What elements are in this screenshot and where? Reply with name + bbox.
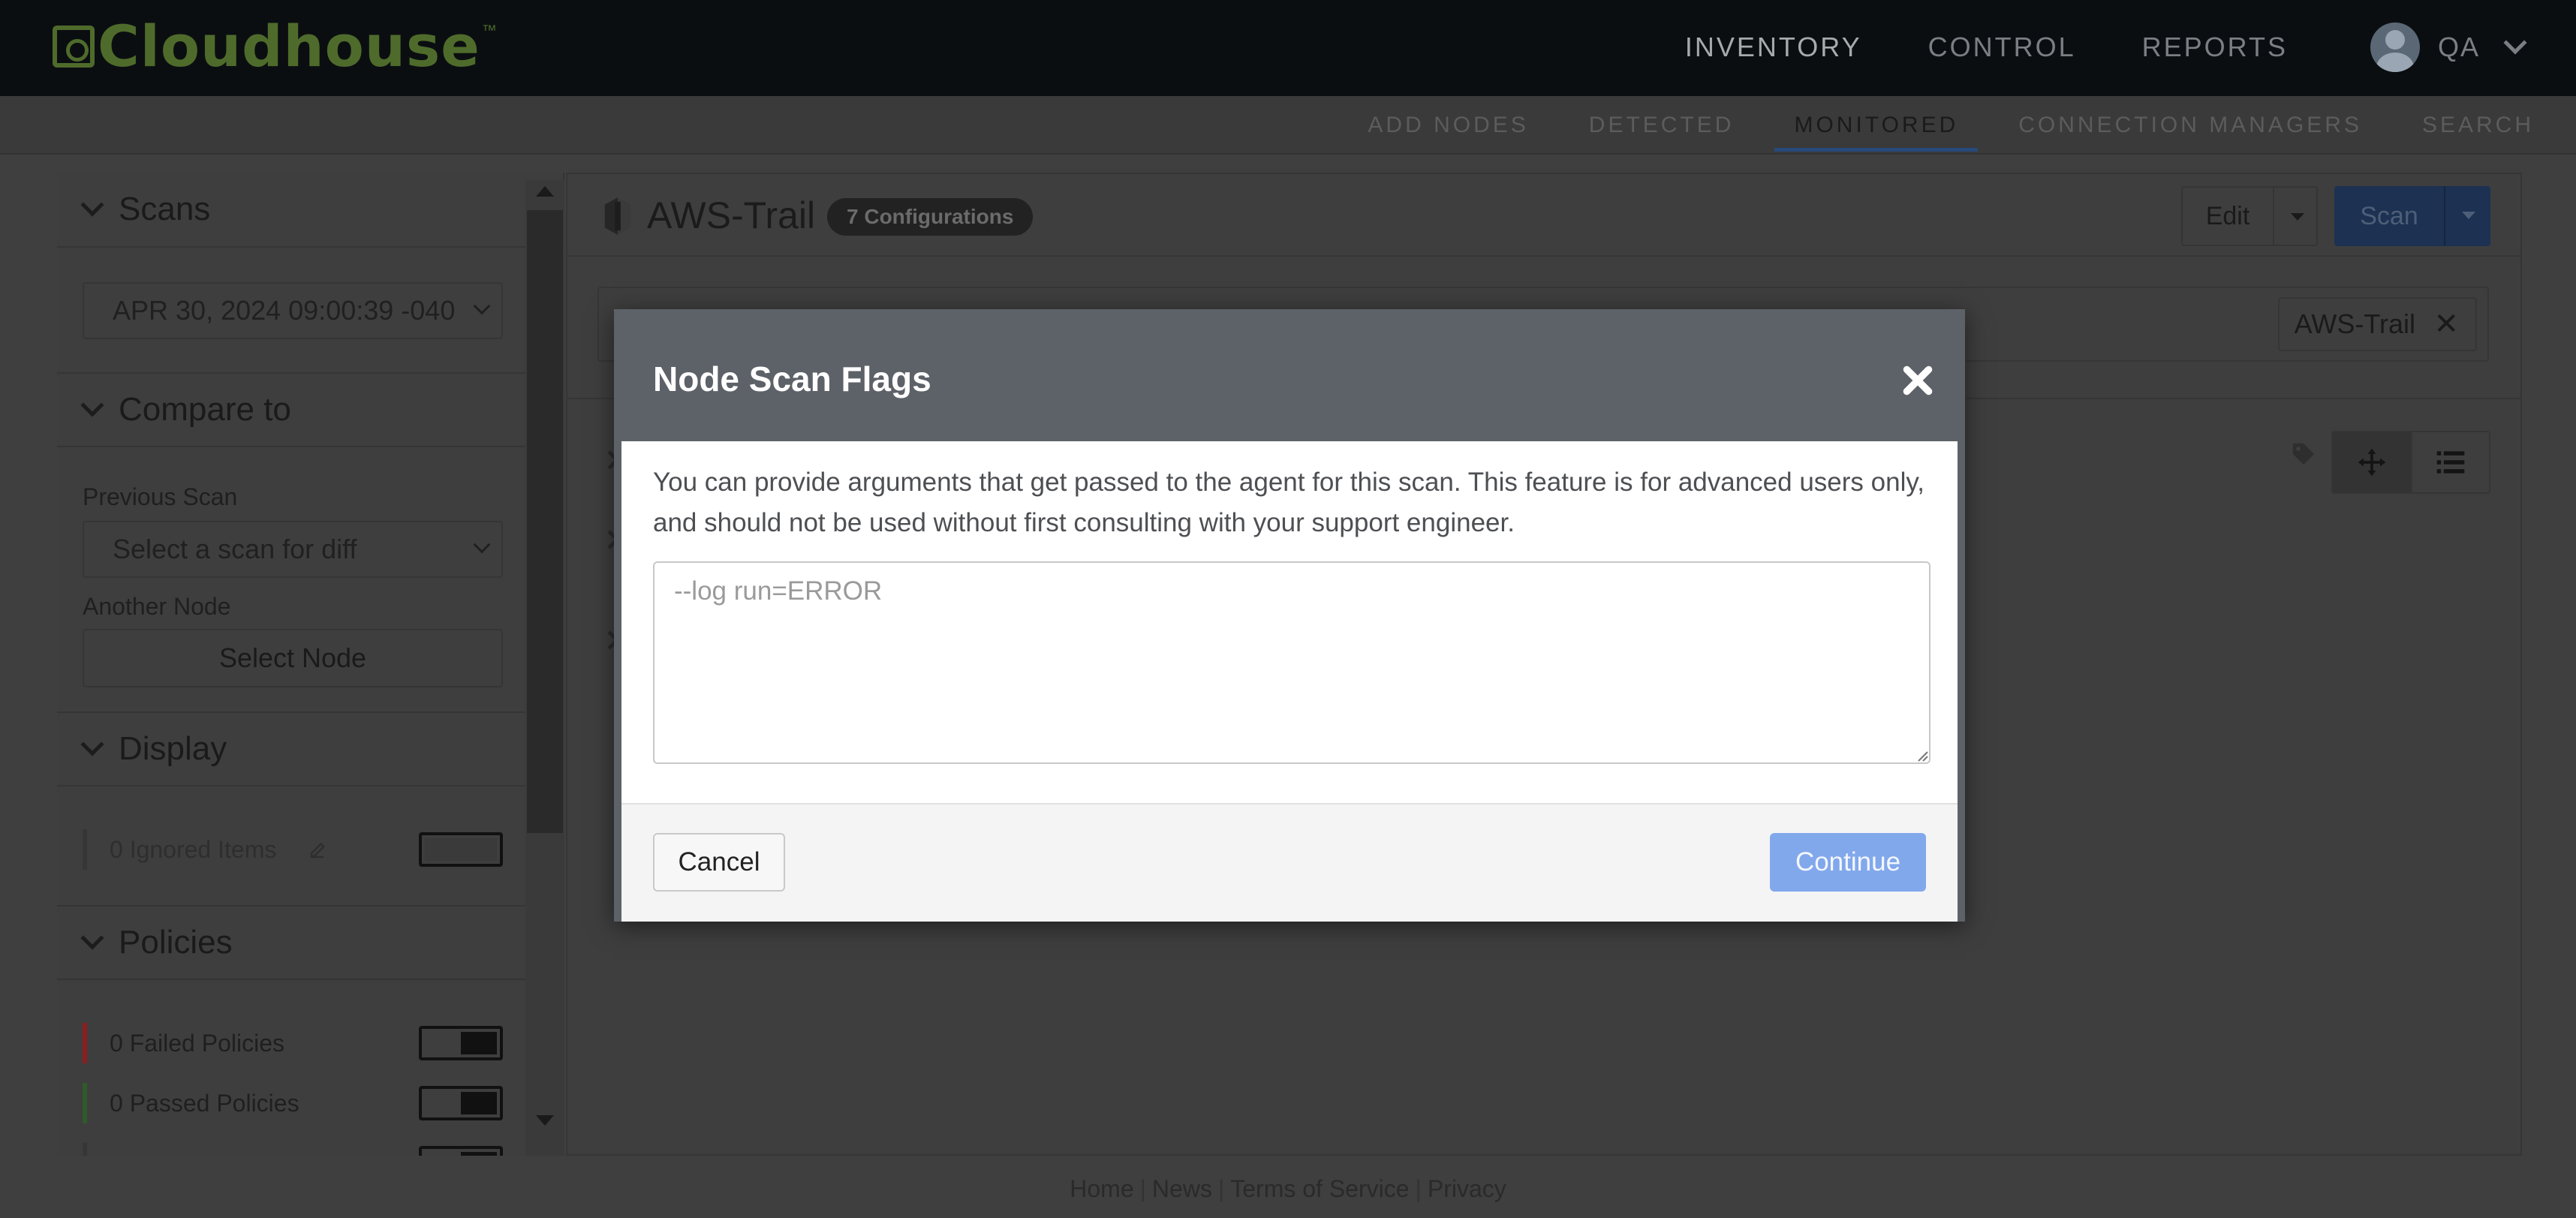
chevron-down-icon: [80, 193, 104, 217]
failed-policies-toggle[interactable]: [419, 1026, 503, 1060]
tab-connection-managers[interactable]: CONNECTION MANAGERS: [1999, 96, 2382, 155]
previous-scan-select[interactable]: Select a scan for diff: [83, 521, 503, 578]
scan-flags-textarea[interactable]: [653, 561, 1930, 764]
chevron-down-icon: [80, 926, 104, 950]
previous-scan-value: Select a scan for diff: [113, 534, 357, 564]
modal-title: Node Scan Flags: [653, 359, 931, 398]
main-nav: INVENTORY CONTROL REPORTS QA: [1619, 23, 2576, 72]
display-section-header[interactable]: Display: [57, 711, 527, 786]
scroll-thumb[interactable]: [527, 210, 563, 833]
policy-toggle-partial[interactable]: [419, 1146, 503, 1156]
status-bar: [83, 1143, 87, 1156]
policies-title: Policies: [119, 924, 233, 961]
filter-chip-label: AWS-Trail: [2294, 308, 2415, 339]
passed-policies-label: 0 Passed Policies: [110, 1089, 299, 1117]
modal-header: Node Scan Flags: [621, 317, 1958, 441]
chevron-down-icon: [80, 393, 104, 417]
top-navbar: Cloudhouse ™ INVENTORY CONTROL REPORTS Q…: [0, 0, 2576, 96]
edit-dropdown-button[interactable]: [2273, 186, 2318, 246]
cancel-button[interactable]: Cancel: [653, 833, 785, 892]
view-toggle-group: [2331, 431, 2490, 494]
avatar: [2370, 23, 2420, 72]
continue-button[interactable]: Continue: [1770, 833, 1926, 892]
list-icon: [2436, 451, 2465, 474]
close-icon[interactable]: ✕: [2433, 299, 2459, 350]
node-title: AWS-Trail: [647, 194, 816, 236]
scroll-down-arrow-icon[interactable]: [536, 1115, 554, 1126]
previous-scan-label: Previous Scan: [83, 483, 238, 510]
footer-link-news[interactable]: News: [1152, 1175, 1212, 1202]
user-menu[interactable]: QA: [2370, 23, 2527, 72]
ignored-items-toggle[interactable]: [419, 832, 503, 867]
tab-search[interactable]: SEARCH: [2403, 96, 2553, 155]
tag-icon[interactable]: [2291, 441, 2316, 467]
nav-control[interactable]: CONTROL: [1928, 32, 2076, 63]
tab-detected[interactable]: DETECTED: [1569, 96, 1754, 155]
ignored-items-label: 0 Ignored Items: [110, 835, 277, 863]
scan-dropdown-button[interactable]: [2444, 186, 2490, 246]
modal-body: You can provide arguments that get passe…: [621, 441, 1958, 803]
user-name: QA: [2437, 32, 2480, 62]
close-icon[interactable]: [1899, 362, 1937, 399]
aws-icon: [604, 197, 631, 235]
edit-icon[interactable]: [308, 838, 330, 861]
scan-select-value: APR 30, 2024 09:00:39 -040: [113, 295, 456, 326]
edit-button[interactable]: Edit: [2181, 186, 2274, 246]
filter-chip[interactable]: AWS-Trail ✕: [2277, 297, 2477, 351]
another-node-label: Another Node: [83, 593, 231, 620]
scroll-up-arrow-icon[interactable]: [536, 186, 554, 197]
passed-status-bar: [83, 1083, 87, 1123]
scan-select[interactable]: APR 30, 2024 09:00:39 -040: [83, 282, 503, 339]
configurations-badge: 7 Configurations: [827, 198, 1034, 236]
passed-policies-toggle[interactable]: [419, 1086, 503, 1120]
nav-inventory[interactable]: INVENTORY: [1685, 32, 1862, 63]
tab-add-nodes[interactable]: ADD NODES: [1348, 96, 1548, 155]
footer-link-privacy[interactable]: Privacy: [1428, 1175, 1506, 1202]
failed-policies-row: 0 Failed Policies: [83, 1021, 503, 1066]
policies-section-header[interactable]: Policies: [57, 905, 527, 980]
logo-gear-icon: [53, 26, 95, 68]
resize-grip-icon[interactable]: [1914, 747, 1929, 762]
tab-monitored[interactable]: MONITORED: [1774, 96, 1979, 155]
separator: |: [1217, 1175, 1225, 1202]
footer-link-terms[interactable]: Terms of Service: [1230, 1175, 1409, 1202]
nav-reports[interactable]: REPORTS: [2142, 32, 2288, 63]
scans-title: Scans: [119, 191, 211, 227]
sub-nav: ADD NODES DETECTED MONITORED CONNECTION …: [0, 96, 2576, 155]
separator: |: [1139, 1175, 1146, 1202]
ignored-items-row: 0 Ignored Items: [83, 827, 503, 872]
modal-description: You can provide arguments that get passe…: [653, 468, 1924, 537]
compare-title: Compare to: [119, 391, 291, 428]
scan-button[interactable]: Scan: [2334, 186, 2444, 246]
sidebar-scrollbar[interactable]: [525, 180, 564, 1156]
footer: Home | News | Terms of Service | Privacy: [0, 1175, 2576, 1203]
cloudhouse-logo[interactable]: Cloudhouse ™: [53, 17, 497, 77]
scans-section-header[interactable]: Scans: [57, 173, 527, 248]
graph-view-button[interactable]: [2333, 432, 2411, 492]
logo-trademark: ™: [481, 23, 497, 39]
chevron-down-icon: [80, 732, 104, 756]
policies-row-partial: [83, 1141, 503, 1156]
list-view-button[interactable]: [2410, 432, 2489, 492]
failed-policies-label: 0 Failed Policies: [110, 1029, 284, 1057]
sidebar: Scans APR 30, 2024 09:00:39 -040 Compare…: [57, 173, 564, 1156]
display-title: Display: [119, 730, 227, 767]
status-bar: [83, 829, 87, 870]
node-header: AWS-Trail 7 Configurations Edit Scan: [567, 174, 2520, 257]
chevron-down-icon: [473, 536, 491, 554]
logo-text: Cloudhouse: [98, 13, 480, 80]
separator: |: [1415, 1175, 1422, 1202]
select-node-button[interactable]: Select Node: [83, 629, 503, 687]
modal-footer: Cancel Continue: [621, 803, 1958, 922]
footer-link-home[interactable]: Home: [1070, 1175, 1133, 1202]
move-icon: [2358, 448, 2386, 477]
failed-status-bar: [83, 1023, 87, 1063]
passed-policies-row: 0 Passed Policies: [83, 1081, 503, 1126]
node-scan-flags-modal: Node Scan Flags You can provide argument…: [614, 309, 1965, 922]
chevron-down-icon: [2503, 31, 2527, 55]
compare-section-header[interactable]: Compare to: [57, 372, 527, 447]
chevron-down-icon: [473, 297, 491, 315]
